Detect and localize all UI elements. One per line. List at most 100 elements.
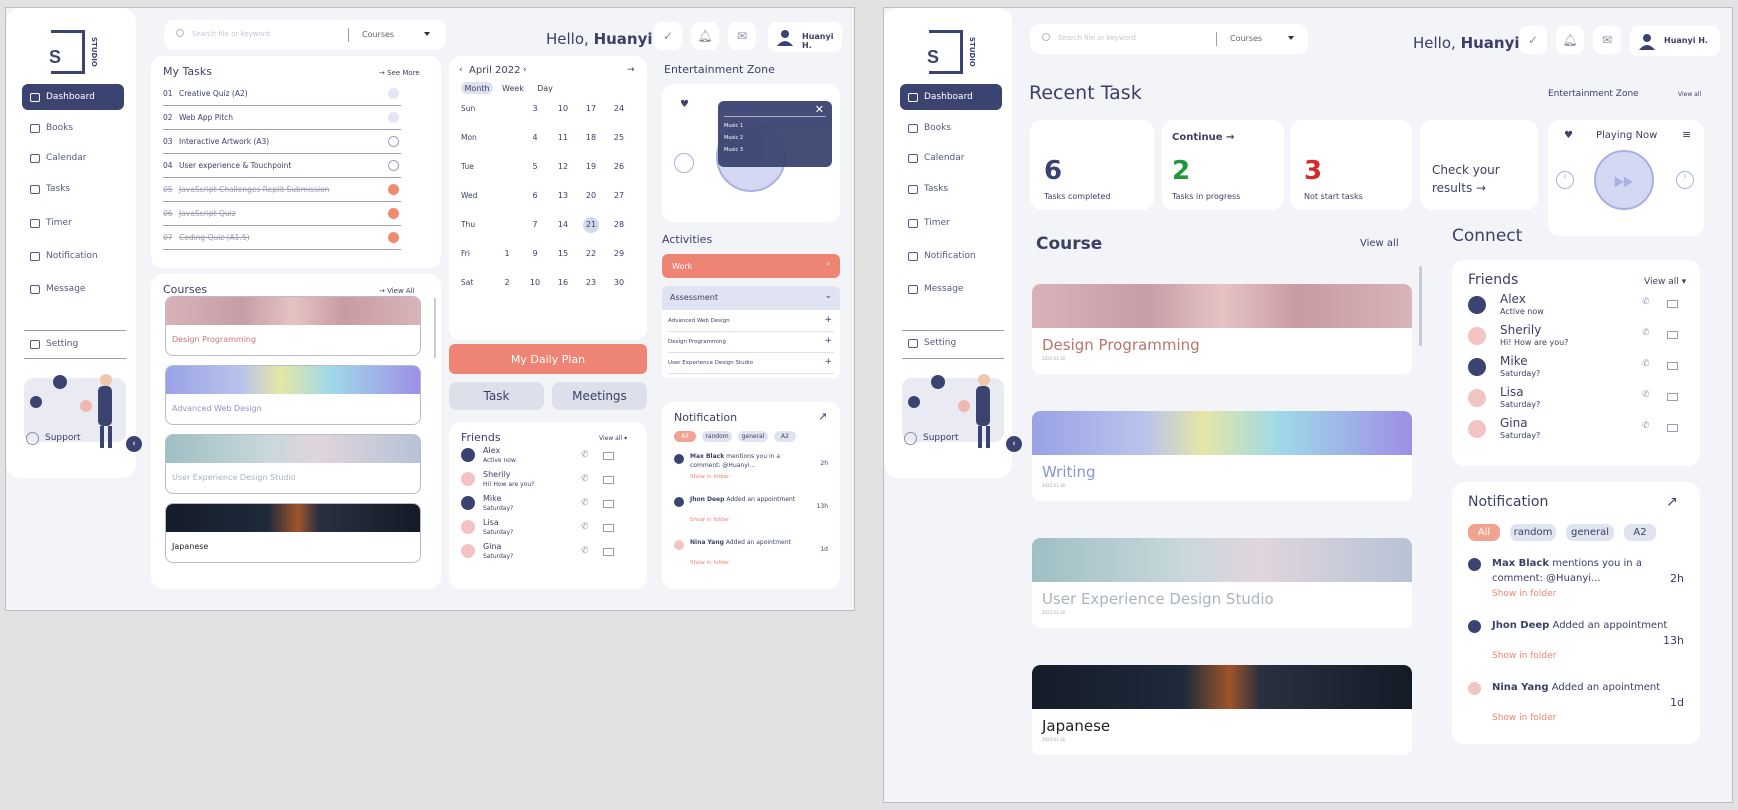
heart-icon[interactable]: ♥ [1564,130,1573,141]
music-item[interactable]: Music 1 [724,123,743,129]
sidebar-item-setting[interactable]: Setting [22,331,124,357]
sidebar-item-books[interactable]: Books [22,115,124,141]
view-all-friends-link[interactable]: View all ▾ [1644,277,1686,287]
calendar-day[interactable]: 6 [527,191,543,200]
calendar-day[interactable]: 21 [583,217,599,233]
view-all-courses-link[interactable]: → View All [379,287,415,295]
filter-general[interactable]: general [738,431,768,442]
sidebar-item-calendar[interactable]: Calendar [900,145,1002,171]
task-status-icon[interactable] [388,112,399,123]
phone-icon[interactable]: ✆ [581,450,589,460]
view-all-friends-link[interactable]: View all ▾ [599,435,627,442]
scrollbar[interactable] [1419,266,1422,346]
filter-a2[interactable]: A2 [1624,524,1656,541]
task-row[interactable]: 06 JavaScript Quiz [163,202,401,226]
course-select[interactable]: Courses [362,30,394,39]
task-status-icon[interactable] [388,208,399,219]
notification-button[interactable]: 🔔︎ [691,22,719,50]
friend-row[interactable]: Alex Active now ✆ [1452,292,1700,320]
music-item[interactable]: Music 2 [724,135,743,141]
notification-item[interactable]: Max Black mentions you in a comment: @Hu… [662,452,840,492]
task-row[interactable]: 05 JavaScript Challenges Replit Submissio… [163,178,401,202]
calendar-day[interactable]: 16 [555,278,571,287]
course-select[interactable]: Courses [1230,34,1262,43]
calendar-day[interactable]: 11 [555,133,571,142]
calendar-day[interactable]: 23 [583,278,599,287]
next-month-icon[interactable]: › [523,65,527,75]
notification-item[interactable]: Nina Yang Added an apointment 1d Show in… [662,538,840,578]
calendar-day[interactable]: 5 [527,162,543,171]
support-button[interactable]: Support [26,428,96,448]
notification-item[interactable]: Nina Yang Added an apointment 1d Show in… [1452,680,1700,736]
mail-icon[interactable] [1667,362,1678,370]
user-menu[interactable]: Huanyi H. [1630,26,1720,56]
show-in-folder-link[interactable]: Show in folder [1492,713,1556,723]
friend-row[interactable]: Gina Saturday? ✆ [1452,416,1700,444]
support-button[interactable]: Support [904,428,974,448]
notification-item[interactable]: Jhon Deep Added an appointment 13h Show … [662,495,840,535]
check-button[interactable]: ✓ [654,22,682,50]
friend-row[interactable]: Mike Saturday? ✆ [449,494,647,516]
search-bar[interactable]: Search file or keyword Courses [164,20,446,50]
show-in-folder-link[interactable]: Show in folder [1492,589,1556,599]
expand-icon[interactable]: ↗ [818,410,827,423]
collapse-sidebar-button[interactable]: ‹ [1006,436,1022,452]
calendar-day[interactable]: 26 [611,162,627,171]
calendar-day[interactable]: 28 [611,220,627,229]
phone-icon[interactable]: ✆ [581,474,589,484]
daily-plan-button[interactable]: My Daily Plan [449,344,647,374]
calendar-day[interactable]: 7 [527,220,543,229]
filter-random[interactable]: random [702,431,732,442]
filter-a2[interactable]: A2 [774,431,796,442]
music-item[interactable]: Music 3 [724,147,743,153]
friend-row[interactable]: Sherily Hi! How are you? ✆ [449,470,647,492]
notification-item[interactable]: Max Black mentions you in a comment: @Hu… [1452,556,1700,612]
phone-icon[interactable]: ✆ [1642,421,1650,431]
course-card[interactable]: User Experience Design Studio 2022.03.18 [1032,538,1412,628]
calendar-day[interactable]: 10 [555,104,571,113]
calendar-day[interactable]: 20 [583,191,599,200]
view-all-ent-link[interactable]: View all [1678,91,1701,98]
prev-track-button[interactable]: ‹ [1556,171,1574,189]
mail-icon[interactable] [603,524,614,532]
sidebar-item-notification[interactable]: Notification [900,243,1002,269]
calendar-day[interactable]: 30 [611,278,627,287]
task-row[interactable]: 01 Creative Quiz (A2) [163,82,401,106]
mail-icon[interactable] [603,452,614,460]
heart-icon[interactable]: ♥ [680,99,689,110]
phone-icon[interactable]: ✆ [581,498,589,508]
view-week-tab[interactable]: Week [499,82,527,94]
see-more-link[interactable]: → See More [379,69,420,77]
course-card[interactable]: Design Programming [165,296,421,356]
sidebar-item-notification[interactable]: Notification [22,243,124,269]
phone-icon[interactable]: ✆ [581,522,589,532]
assessment-header[interactable]: Assessment ⌄ [662,286,840,310]
show-in-folder-link[interactable]: Show in folder [690,560,729,566]
work-button[interactable]: Work › [662,254,840,278]
calendar-day[interactable]: 9 [527,249,543,258]
calendar-day[interactable]: 12 [555,162,571,171]
task-row[interactable]: 07 Coding Quiz (A1.5) [163,226,401,250]
sidebar-item-books[interactable]: Books [900,115,1002,141]
course-card[interactable]: Japanese 2022.03.18 [1032,665,1412,755]
course-card[interactable]: Advanced Web Design [165,365,421,425]
phone-icon[interactable]: ✆ [1642,297,1650,307]
course-card[interactable]: Design Programming 2022.03.18 [1032,284,1412,374]
task-row[interactable]: 03 Interactive Artwork (A3) [163,130,401,154]
view-day-tab[interactable]: Day [531,82,559,94]
task-status-icon[interactable] [388,184,399,195]
calendar-day[interactable]: 3 [527,104,543,113]
calendar-day[interactable]: 25 [611,133,627,142]
mail-icon[interactable] [1667,331,1678,339]
task-status-icon[interactable] [388,88,399,99]
task-row[interactable]: 04 User experience & Touchpoint [163,154,401,178]
calendar-day[interactable]: 18 [583,133,599,142]
show-in-folder-link[interactable]: Show in folder [1492,651,1556,661]
mail-icon[interactable] [603,500,614,508]
show-in-folder-link[interactable]: Show in folder [690,474,729,480]
phone-icon[interactable]: ✆ [1642,359,1650,369]
friend-row[interactable]: Lisa Saturday? ✆ [449,518,647,540]
search-input[interactable]: Search file or keyword [1058,34,1136,42]
filter-all[interactable]: All [674,431,696,442]
sidebar-item-timer[interactable]: Timer [900,210,1002,236]
